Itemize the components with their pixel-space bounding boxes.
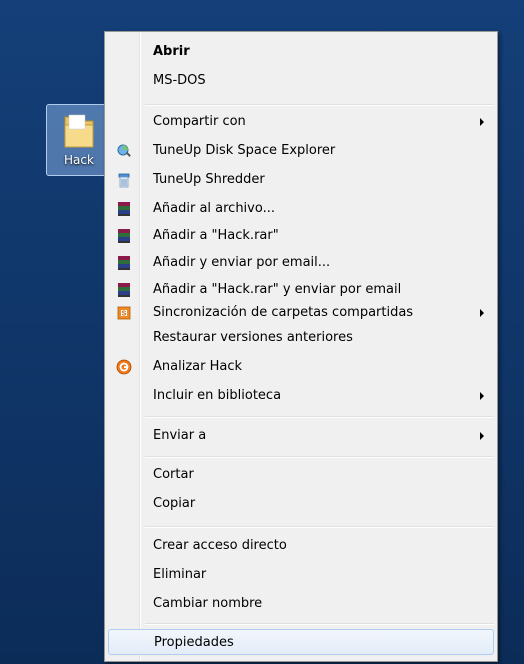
menu-item-label: Añadir a "Hack.rar" (153, 228, 279, 243)
submenu-arrow-icon (480, 392, 484, 400)
winrar-icon (118, 283, 130, 297)
menu-separator (145, 526, 494, 528)
menu-item-tuneup-disk-space-explorer[interactable]: TuneUp Disk Space Explorer (108, 138, 494, 164)
menu-item-label: Eliminar (153, 567, 207, 582)
menu-item-label: Añadir al archivo... (153, 201, 275, 216)
menu-item-label: Cambiar nombre (153, 596, 263, 611)
menu-item-label: Sincronización de carpetas compartidas (153, 305, 414, 320)
menu-item-compartir-con[interactable]: Compartir con (108, 109, 494, 135)
menu-item-label: Incluir en biblioteca (153, 388, 282, 403)
sync-shared-folders-icon: S (117, 306, 131, 320)
submenu-arrow-icon (480, 309, 484, 317)
menu-separator (145, 416, 494, 418)
menu-separator (145, 623, 494, 625)
antivirus-scan-icon (116, 359, 132, 375)
menu-item-restaurar-versiones[interactable]: Restaurar versiones anteriores (108, 325, 494, 351)
menu-item-tuneup-shredder[interactable]: TuneUp Shredder (108, 167, 494, 193)
menu-item-eliminar[interactable]: Eliminar (108, 562, 494, 588)
menu-item-label: Abrir (153, 44, 190, 59)
winrar-icon (118, 202, 130, 216)
menu-item-incluir-en-biblioteca[interactable]: Incluir en biblioteca (108, 383, 494, 409)
menu-separator (145, 456, 494, 458)
menu-item-label: TuneUp Shredder (153, 172, 265, 187)
menu-item-label: Crear acceso directo (153, 538, 287, 553)
winrar-icon (118, 229, 130, 243)
menu-separator (145, 104, 494, 106)
menu-item-label: MS-DOS (153, 73, 206, 88)
menu-item-propiedades[interactable]: Propiedades (108, 629, 494, 655)
tuneup-shredder-icon (118, 173, 130, 188)
menu-item-label: Restaurar versiones anteriores (153, 330, 353, 345)
menu-item-anadir-y-enviar-por-email[interactable]: Añadir y enviar por email... (108, 250, 494, 276)
menu-item-enviar-a[interactable]: Enviar a (108, 423, 494, 449)
menu-item-label: Copiar (153, 496, 196, 511)
menu-item-crear-acceso-directo[interactable]: Crear acceso directo (108, 533, 494, 559)
menu-item-label: Enviar a (153, 428, 207, 443)
menu-item-label: Cortar (153, 467, 194, 482)
folder-icon (64, 114, 94, 148)
menu-item-label: Propiedades (154, 635, 234, 650)
submenu-arrow-icon (480, 118, 484, 126)
menu-item-label: Compartir con (153, 114, 246, 129)
menu-item-label: TuneUp Disk Space Explorer (153, 143, 336, 158)
submenu-arrow-icon (480, 432, 484, 440)
menu-item-cortar[interactable]: Cortar (108, 462, 494, 488)
menu-item-anadir-al-archivo[interactable]: Añadir al archivo... (108, 196, 494, 222)
menu-item-sincronizacion-carpetas[interactable]: S Sincronización de carpetas compartidas (108, 300, 494, 326)
menu-item-label: Analizar Hack (153, 359, 243, 374)
svg-text:S: S (122, 311, 127, 318)
winrar-icon (118, 256, 130, 270)
menu-item-anadir-a-hack-rar[interactable]: Añadir a "Hack.rar" (108, 223, 494, 249)
desktop-folder-label: Hack (64, 153, 94, 167)
menu-item-ms-dos[interactable]: MS-DOS (108, 68, 494, 94)
menu-item-copiar[interactable]: Copiar (108, 491, 494, 517)
menu-item-cambiar-nombre[interactable]: Cambiar nombre (108, 591, 494, 617)
context-menu: Abrir MS-DOS Compartir con TuneUp Disk S… (104, 31, 498, 662)
menu-item-abrir[interactable]: Abrir (108, 39, 494, 65)
menu-item-label: Añadir y enviar por email... (153, 255, 331, 270)
desktop-folder-hack[interactable]: Hack (46, 104, 112, 176)
tuneup-disk-space-explorer-icon (117, 144, 131, 157)
menu-item-analizar-hack[interactable]: Analizar Hack (108, 354, 494, 380)
